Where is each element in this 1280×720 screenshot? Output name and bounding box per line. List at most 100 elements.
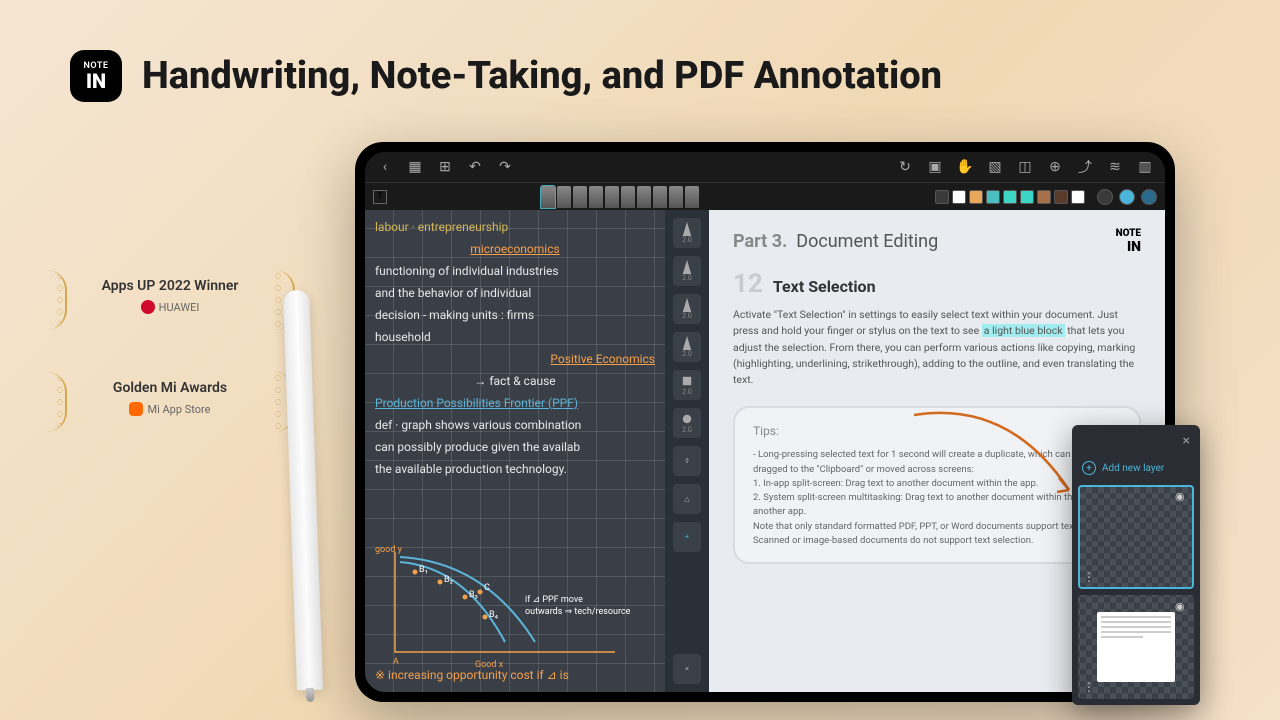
- pan-icon[interactable]: ✋: [957, 159, 973, 175]
- doc-body: Activate "Text Selection" in settings to…: [733, 307, 1141, 388]
- layers-icon[interactable]: ≋: [1107, 159, 1123, 175]
- svg-text:good y: good y: [375, 545, 403, 555]
- hw-line: microeconomics: [375, 240, 655, 258]
- page-title: Handwriting, Note-Taking, and PDF Annota…: [142, 54, 942, 98]
- pen-option[interactable]: [589, 186, 603, 208]
- hw-line: and the behavior of individual: [375, 284, 655, 302]
- color-swatch[interactable]: [986, 190, 1000, 204]
- stylus-graphic: [283, 290, 323, 691]
- back-icon[interactable]: ‹: [377, 159, 393, 175]
- huawei-icon: [141, 300, 155, 314]
- hw-line: Production Possibilities Frontier (PPF): [375, 394, 655, 412]
- grid-icon[interactable]: ▦: [407, 159, 423, 175]
- svg-text:B₁: B₁: [419, 565, 428, 575]
- svg-text:B₃: B₃: [469, 590, 478, 600]
- pen-option[interactable]: [557, 186, 571, 208]
- awards-column: Apps UP 2022 Winner HUAWEI Golden Mi Awa…: [40, 270, 300, 474]
- inbox-icon[interactable]: ▣: [927, 159, 943, 175]
- share-icon[interactable]: ⤴: [1077, 159, 1093, 175]
- layer-menu-icon[interactable]: ⋮: [1083, 570, 1095, 584]
- selection-mode: [1097, 189, 1157, 205]
- hw-line: the available production technology.: [375, 460, 655, 478]
- ppf-graph: B₁ B₂ B₃ B₄ C good y Good x A if ⊿ PPF m…: [375, 542, 635, 682]
- pen-option[interactable]: [621, 186, 635, 208]
- section-title: Text Selection: [773, 277, 876, 296]
- color-swatch[interactable]: [1071, 190, 1085, 204]
- pen-size-tool[interactable]: 2.0: [673, 332, 701, 362]
- color-swatch[interactable]: [935, 190, 949, 204]
- pen-size-tool[interactable]: 2.0: [673, 294, 701, 324]
- text-highlight: a light blue block: [982, 324, 1065, 337]
- apps-icon[interactable]: ⊞: [437, 159, 453, 175]
- section-number: 12: [733, 269, 763, 299]
- pen-size-tool[interactable]: 2.0: [673, 370, 701, 400]
- svg-text:B₂: B₂: [444, 575, 453, 585]
- svg-text:C: C: [484, 583, 490, 593]
- award-item: Apps UP 2022 Winner HUAWEI: [40, 270, 300, 322]
- svg-text:if ⊿ PPF move: if ⊿ PPF move: [525, 595, 583, 605]
- color-swatch[interactable]: [1054, 190, 1068, 204]
- add-tool[interactable]: +: [673, 522, 701, 552]
- layer-menu-icon[interactable]: ⋮: [1083, 680, 1095, 694]
- close-icon[interactable]: ×: [1078, 431, 1194, 451]
- hw-line: functioning of individual industries: [375, 262, 655, 280]
- add-layer-button[interactable]: + Add new layer: [1078, 457, 1194, 479]
- color-swatch[interactable]: [1020, 190, 1034, 204]
- plus-icon: +: [1082, 461, 1096, 475]
- pen-size-tool[interactable]: 2.0: [673, 218, 701, 248]
- add-layer-label: Add new layer: [1102, 463, 1164, 474]
- sync-icon[interactable]: ↻: [897, 159, 913, 175]
- visibility-icon[interactable]: ◉: [1175, 600, 1189, 614]
- layer-preview: [1097, 612, 1175, 682]
- color-swatch[interactable]: [1003, 190, 1017, 204]
- image-icon[interactable]: ▧: [987, 159, 1003, 175]
- pen-toolbar: T: [365, 182, 1165, 210]
- undo-icon[interactable]: ↶: [467, 159, 483, 175]
- canvas-area: labour · entrepreneurship microeconomics…: [365, 210, 1165, 692]
- pen-option[interactable]: [669, 186, 683, 208]
- layers-panel[interactable]: × + Add new layer ◉ ⋮ ◉ ⋮: [1072, 425, 1200, 705]
- color-swatch[interactable]: [952, 190, 966, 204]
- pen-size-tool[interactable]: 2.0: [673, 408, 701, 438]
- doc-header: Part 3. Document Editing NOTEIN: [733, 228, 1141, 255]
- eraser-tool[interactable]: ◊: [673, 446, 701, 476]
- pen-option[interactable]: [605, 186, 619, 208]
- pen-option[interactable]: [685, 186, 699, 208]
- tablet-frame: ‹ ▦ ⊞ ↶ ↷ ↻ ▣ ✋ ▧ ◫ ⊕ ⤴ ≋ ▥ T: [355, 142, 1175, 702]
- close-sidebar[interactable]: ×: [673, 654, 701, 684]
- shape-tool[interactable]: △: [673, 484, 701, 514]
- pen-size-tool[interactable]: 2.0: [673, 256, 701, 286]
- panels-icon[interactable]: ▥: [1137, 159, 1153, 175]
- award-title: Apps UP 2022 Winner: [70, 278, 270, 294]
- logo-bottom-text: IN: [86, 71, 106, 91]
- tablet-screen: ‹ ▦ ⊞ ↶ ↷ ↻ ▣ ✋ ▧ ◫ ⊕ ⤴ ≋ ▥ T: [365, 152, 1165, 692]
- mi-icon: [129, 402, 143, 416]
- visibility-icon[interactable]: ◉: [1175, 490, 1189, 504]
- pen-option[interactable]: [637, 186, 651, 208]
- crop-icon[interactable]: ◫: [1017, 159, 1033, 175]
- hw-line: ※ increasing opportunity cost if ⊿ is: [375, 666, 569, 684]
- hw-line: labour · entrepreneurship: [375, 218, 655, 236]
- sel-mode-2[interactable]: [1119, 189, 1135, 205]
- pen-option[interactable]: [573, 186, 587, 208]
- redo-icon[interactable]: ↷: [497, 159, 513, 175]
- pen-picker: [541, 186, 699, 208]
- color-palette: [935, 190, 1085, 204]
- svg-text:outwards ⇒ tech/resource: outwards ⇒ tech/resource: [525, 607, 631, 617]
- text-tool-icon[interactable]: T: [373, 190, 387, 204]
- sel-mode-3[interactable]: [1141, 189, 1157, 205]
- pen-option[interactable]: [541, 186, 555, 208]
- hw-line: can possibly produce given the availab: [375, 438, 655, 456]
- add-icon[interactable]: ⊕: [1047, 159, 1063, 175]
- layer-thumbnail[interactable]: ◉ ⋮: [1078, 595, 1194, 699]
- pen-option[interactable]: [653, 186, 667, 208]
- handwriting-canvas[interactable]: labour · entrepreneurship microeconomics…: [365, 210, 665, 692]
- hw-line: decision - making units : firms: [375, 306, 655, 324]
- color-swatch[interactable]: [1037, 190, 1051, 204]
- app-logo: NOTE IN: [70, 50, 122, 102]
- sel-mode-1[interactable]: [1097, 189, 1113, 205]
- color-swatch[interactable]: [969, 190, 983, 204]
- award-brand: HUAWEI: [70, 300, 270, 314]
- pen-size-sidebar: 2.0 2.0 2.0 2.0 2.0 2.0 ◊ △ + ×: [665, 210, 709, 692]
- layer-thumbnail[interactable]: ◉ ⋮: [1078, 485, 1194, 589]
